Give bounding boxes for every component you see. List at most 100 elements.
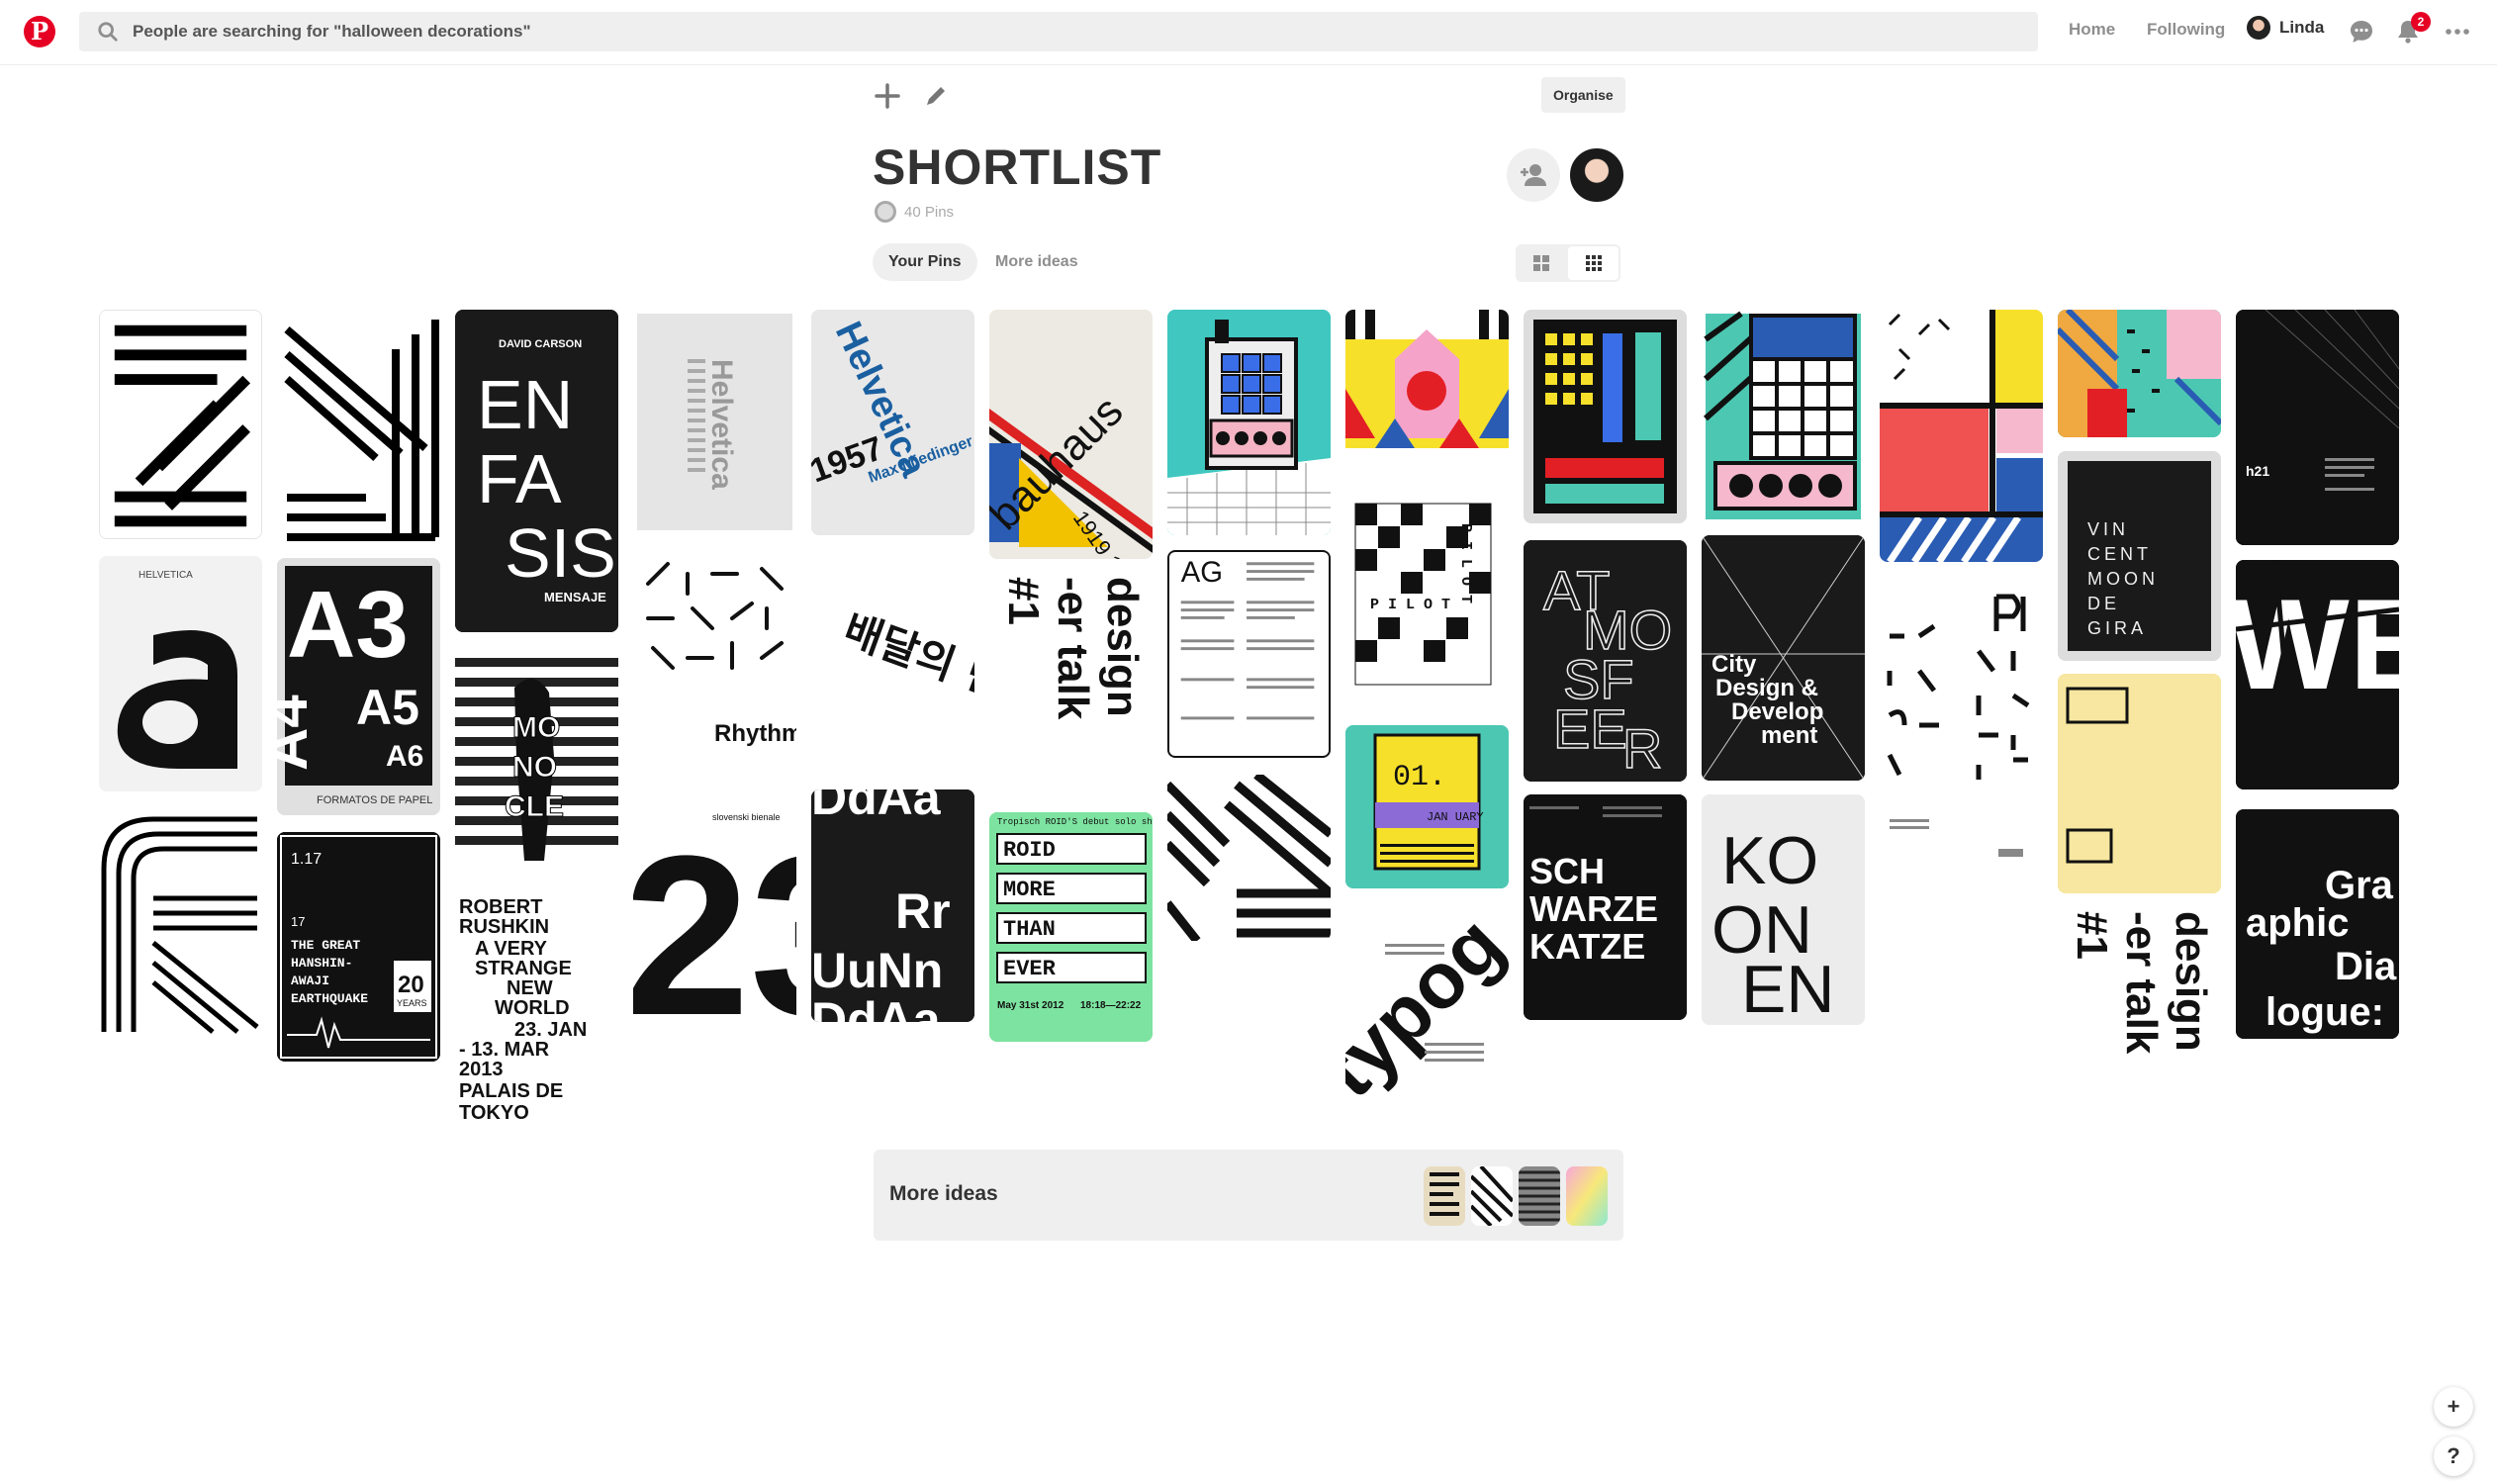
pin-text: YEARS [397, 998, 427, 1008]
pin-card-robert-rushkin[interactable]: ROBERT RUSHKIN A VERY STRANGE NEW WORLD … [455, 891, 618, 1129]
pin-card-formatos[interactable]: A3 A4 A5 A6 FORMATOS DE PAPEL [277, 558, 440, 815]
more-ideas-label: More ideas [889, 1182, 998, 1205]
pin-card-helvetica-poster[interactable]: Helvetica [633, 310, 796, 534]
pin-card-rhythm[interactable]: Rhythm [633, 549, 796, 779]
pin-text: 2013 [459, 1059, 504, 1080]
add-pin-icon[interactable] [873, 81, 902, 111]
pin-card-konen[interactable]: KO ON EN [1702, 794, 1865, 1025]
pin-card-pilot[interactable]: PILOT PILOT [1345, 484, 1509, 709]
pin-card-stripe-arrow[interactable] [277, 310, 440, 545]
pin-text: CENT [2087, 544, 2152, 564]
more-ideas-banner[interactable]: More ideas [874, 1150, 1623, 1241]
organise-button[interactable]: Organise [1541, 77, 1625, 113]
pin-card-lettering[interactable] [1880, 577, 2043, 893]
pin-card-graphic-dialogue[interactable]: Gra aphic Dia logue: [2236, 809, 2399, 1039]
profile-link[interactable]: Linda [2247, 16, 2324, 40]
pin-card-stripe-diagonal[interactable] [1167, 775, 1331, 941]
tab-more-ideas[interactable]: More ideas [979, 243, 1094, 281]
pin-card-enfasis[interactable]: DAVID CARSON EN FA SIS MENSAJE [455, 310, 618, 632]
avatar [2247, 16, 2270, 40]
pin-card-city-design[interactable]: City Design & Develop ment [1702, 535, 1865, 781]
pin-card-helvetica-1957[interactable]: Helvetica 1957 Max Miedinger [811, 310, 974, 535]
top-navigation-bar: P Home Following Linda 2 [0, 0, 2497, 65]
pin-card-roid[interactable]: Tropisch ROID'S debut solo show ROID MOR… [989, 812, 1153, 1042]
pin-card-memphis[interactable] [1345, 310, 1509, 470]
search-bar[interactable] [79, 12, 2038, 51]
pin-image: Gra aphic Dia logue: [2236, 809, 2399, 1039]
pin-text: logue: [2266, 990, 2384, 1034]
pin-card-monocle[interactable]: MO NO CLE [455, 648, 618, 883]
more-options-icon[interactable] [2444, 18, 2471, 46]
pin-card-schwarzmarkt[interactable] [2058, 674, 2221, 893]
pin-card-design-talk[interactable]: design -er talk #1 [989, 572, 1153, 802]
compact-grid-icon [1585, 255, 1602, 271]
large-grid-view-button[interactable] [1516, 244, 1566, 282]
create-pin-button[interactable]: + [2434, 1387, 2473, 1427]
pin-card-rr-type[interactable]: DdAa Rr UuNn DdAa [811, 789, 974, 1022]
search-input[interactable] [133, 14, 1992, 49]
pin-text: FORMATOS DE PAPEL [317, 794, 432, 806]
pin-card-vincent[interactable]: VIN CENT MOON DE GIRA [2058, 451, 2221, 661]
pin-card-we[interactable]: WE [2236, 560, 2399, 789]
pin-card-building[interactable] [1524, 310, 1687, 523]
pin-image: 1.17 17 THE GREAT HANSHIN- AWAJI EARTHQU… [277, 832, 440, 1062]
pin-text: UuNn [811, 943, 943, 998]
secret-board-icon [875, 201, 896, 223]
pin-text: AWAJI [291, 974, 329, 988]
pin-image: 23 slovenski bienale [633, 796, 796, 1024]
pin-card-typography[interactable]: typog [1345, 904, 1509, 1132]
pin-card-23[interactable]: 23 slovenski bienale [633, 796, 796, 1024]
pin-card-bauhaus[interactable]: bauhaus 1919 1923 [989, 310, 1153, 559]
idea-thumbnail [1424, 1166, 1465, 1226]
pin-card-h21[interactable]: h21 [2236, 310, 2399, 545]
pin-text: Design & [1715, 675, 1818, 701]
pin-card-atmosfeer[interactable]: AT MO SF EE R [1524, 540, 1687, 782]
pin-text: EARTHQUAKE [291, 991, 368, 1006]
pin-image [100, 311, 261, 538]
pin-card-stripe-z[interactable] [99, 310, 262, 539]
pin-text: JAN UARY [1427, 810, 1484, 824]
pin-text: 17 [291, 914, 305, 929]
edit-board-icon[interactable] [921, 81, 951, 111]
nav-following-link[interactable]: Following [2147, 20, 2225, 40]
pin-card-01-january[interactable]: 01. JAN UARY [1345, 725, 1509, 888]
pin-text: A6 [386, 740, 423, 773]
pin-image: Tropisch ROID'S debut solo show ROID MOR… [989, 812, 1153, 1042]
pin-card-helvetica-a[interactable]: HELVETICA [99, 556, 262, 791]
pin-image: h21 [2236, 310, 2399, 545]
pin-card-earthquake[interactable]: 1.17 17 THE GREAT HANSHIN- AWAJI EARTHQU… [277, 832, 440, 1062]
pin-text: WARZE [1529, 888, 1658, 929]
pin-card-memphis-pattern[interactable] [2058, 310, 2221, 437]
pin-text: A5 [356, 680, 419, 735]
compact-grid-view-button[interactable] [1566, 244, 1620, 282]
pin-card-stripe-maze[interactable] [99, 809, 262, 1039]
pin-image [1880, 310, 2043, 562]
pin-card-radio[interactable] [1167, 310, 1331, 535]
pin-card-design-talk-2[interactable]: design -er talk #1 [2058, 906, 2221, 1132]
pin-image [1880, 577, 2043, 893]
board-owner-avatar[interactable] [1568, 146, 1625, 204]
pin-card-schwarze-katze[interactable]: SCH WARZE KATZE [1524, 794, 1687, 1020]
messages-icon[interactable] [2348, 18, 2375, 46]
pin-text: Rhythm [714, 720, 796, 747]
nav-home-link[interactable]: Home [2069, 20, 2115, 40]
pin-image [1702, 310, 1865, 523]
pin-image: Helvetica 1957 Max Miedinger [811, 310, 974, 535]
pin-text: FA [477, 440, 562, 517]
pin-text: design [1098, 577, 1147, 717]
pin-text: PILOT [1457, 523, 1474, 612]
pin-card-korean[interactable]: 배달의 민족 [811, 552, 974, 778]
add-collaborator-button[interactable] [1507, 148, 1560, 202]
pinterest-logo-icon[interactable]: P [24, 16, 55, 47]
pin-card-mondrian[interactable] [1880, 310, 2043, 562]
pin-text: 1.17 [291, 851, 322, 868]
pin-text: PILOT [1370, 597, 1459, 613]
tab-your-pins[interactable]: Your Pins [873, 243, 977, 281]
pin-card-radio-grid[interactable] [1702, 310, 1865, 523]
idea-thumbnail [1471, 1166, 1513, 1226]
pin-count: 40 Pins [875, 201, 954, 223]
pin-image: Helvetica [633, 310, 796, 534]
help-button[interactable]: ? [2434, 1437, 2473, 1476]
pin-grid: HELVETICA A3 A4 A5 A6 FORMATOS DE PAPEL … [99, 310, 2399, 1141]
pin-card-ag[interactable]: AG [1167, 550, 1331, 758]
